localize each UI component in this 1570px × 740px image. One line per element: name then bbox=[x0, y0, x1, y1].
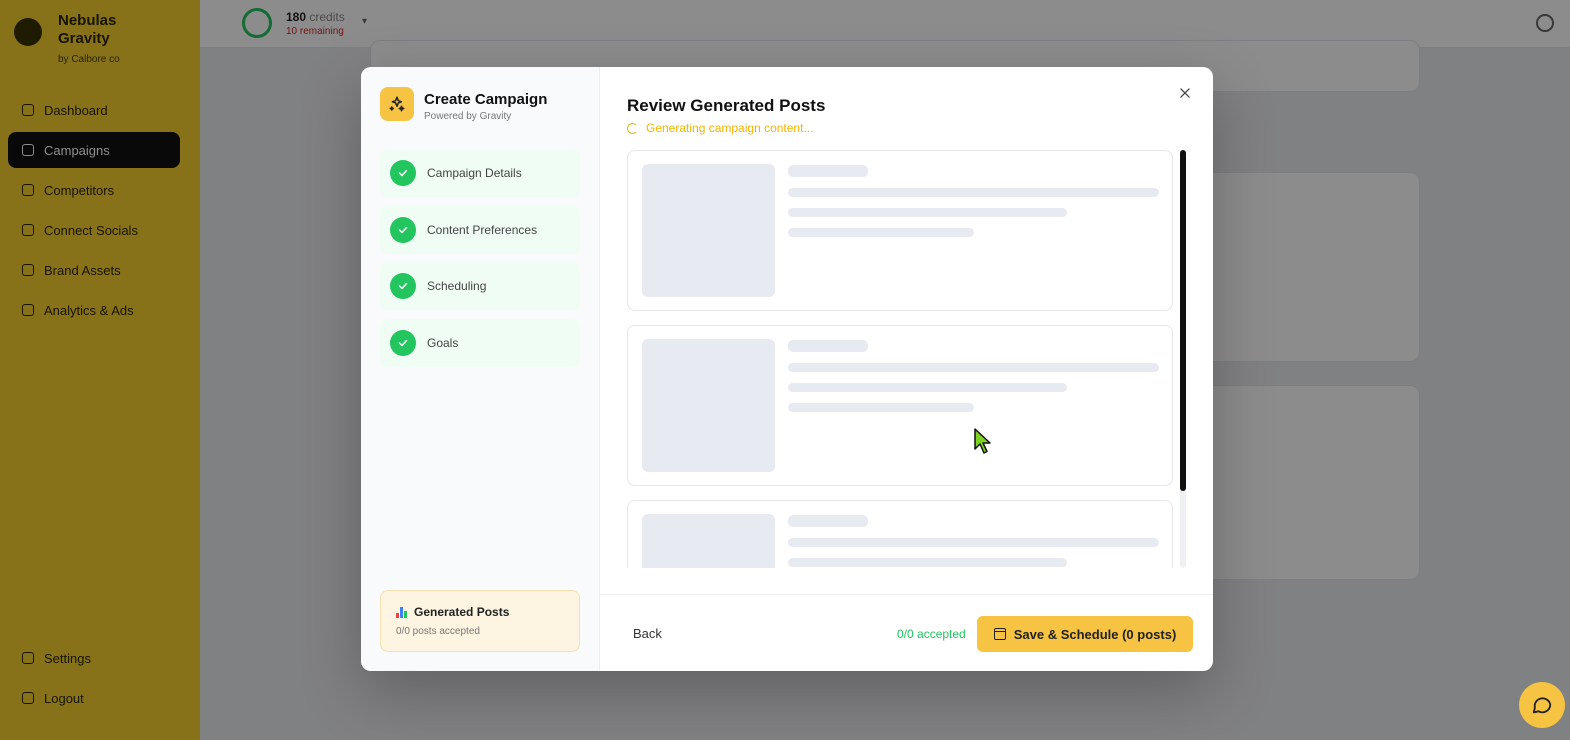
text-placeholder bbox=[788, 403, 974, 412]
generated-posts-summary: Generated Posts 0/0 posts accepted bbox=[380, 590, 580, 652]
mouse-cursor-icon bbox=[973, 427, 993, 460]
check-icon bbox=[390, 216, 416, 243]
text-placeholder bbox=[788, 383, 1067, 392]
image-placeholder bbox=[642, 339, 775, 472]
bar-chart-icon bbox=[396, 606, 408, 618]
text-placeholder bbox=[788, 228, 974, 237]
sparkles-icon bbox=[380, 87, 414, 121]
back-button[interactable]: Back bbox=[633, 626, 662, 641]
post-skeleton bbox=[627, 500, 1173, 568]
text-placeholder bbox=[788, 538, 1159, 547]
check-icon bbox=[390, 160, 416, 186]
step-goals[interactable]: Goals bbox=[380, 318, 580, 367]
step-label: Campaign Details bbox=[427, 166, 522, 180]
modal-subtitle: Powered by Gravity bbox=[424, 111, 512, 122]
post-skeleton bbox=[627, 150, 1173, 311]
calendar-icon bbox=[993, 628, 1006, 640]
modal-title: Create Campaign bbox=[424, 91, 548, 108]
check-icon bbox=[390, 329, 416, 356]
review-title: Review Generated Posts bbox=[627, 96, 826, 115]
close-icon[interactable] bbox=[1174, 82, 1196, 104]
image-placeholder bbox=[642, 514, 775, 568]
step-list: Campaign Details Content Preferences Sch… bbox=[380, 149, 580, 375]
step-campaign-details[interactable]: Campaign Details bbox=[380, 149, 580, 197]
step-label: Content Preferences bbox=[427, 222, 538, 237]
create-campaign-modal: Create Campaign Powered by Gravity Campa… bbox=[361, 67, 1213, 671]
step-label: Goals bbox=[427, 335, 459, 350]
scrollbar-thumb[interactable] bbox=[1180, 150, 1186, 491]
save-schedule-button[interactable]: Save & Schedule (0 posts) bbox=[977, 616, 1193, 652]
accepted-count: 0/0 accepted bbox=[897, 627, 966, 641]
loading-spinner-icon bbox=[627, 122, 638, 134]
step-content-preferences[interactable]: Content Preferences bbox=[380, 205, 580, 254]
modal-footer: Back 0/0 accepted Save & Schedule (0 pos… bbox=[600, 594, 1213, 671]
modal-sidebar: Create Campaign Powered by Gravity Campa… bbox=[361, 67, 600, 671]
text-placeholder bbox=[788, 340, 868, 352]
generated-posts-title: Generated Posts bbox=[414, 605, 510, 619]
text-placeholder bbox=[788, 363, 1159, 372]
modal-header: Create Campaign Powered by Gravity bbox=[380, 87, 547, 122]
step-scheduling[interactable]: Scheduling bbox=[380, 262, 580, 310]
image-placeholder bbox=[642, 164, 775, 297]
save-schedule-label: Save & Schedule (0 posts) bbox=[1013, 626, 1177, 642]
check-icon bbox=[390, 273, 416, 299]
text-placeholder bbox=[788, 515, 868, 527]
generated-posts-count: 0/0 posts accepted bbox=[396, 626, 480, 637]
text-placeholder bbox=[788, 165, 868, 177]
text-placeholder bbox=[788, 188, 1159, 197]
generation-status-text: Generating campaign content... bbox=[646, 121, 814, 135]
step-label: Scheduling bbox=[427, 279, 487, 293]
posts-list[interactable] bbox=[627, 150, 1187, 568]
text-placeholder bbox=[788, 558, 1067, 567]
generation-status: Generating campaign content... bbox=[627, 121, 813, 135]
post-skeleton bbox=[627, 325, 1173, 486]
chat-bubble-icon[interactable] bbox=[1519, 682, 1565, 728]
text-placeholder bbox=[788, 208, 1067, 217]
